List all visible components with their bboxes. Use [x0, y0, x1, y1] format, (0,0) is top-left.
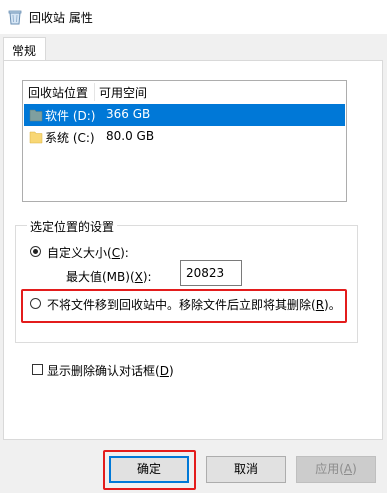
highlight-annotation-ok: [103, 450, 196, 490]
tab-general-label: 常规: [12, 44, 37, 58]
settings-group-label: 选定位置的设置: [27, 218, 118, 235]
highlight-annotation-no-recycle: [21, 289, 347, 323]
list-header: 回收站位置 可用空间: [23, 81, 346, 103]
custom-size-label[interactable]: 自定义大小(C):: [47, 244, 129, 261]
drive-space: 366 GB: [106, 107, 151, 121]
max-size-input[interactable]: 20823: [180, 260, 242, 286]
column-header-location[interactable]: 回收站位置: [28, 84, 88, 101]
drive-space: 80.0 GB: [106, 129, 155, 143]
drive-name: 系统 (C:): [45, 131, 95, 145]
recycle-bin-icon: [8, 10, 22, 25]
custom-size-radio[interactable]: [30, 246, 41, 257]
cancel-button[interactable]: 取消: [206, 456, 286, 483]
window-title: 回收站 属性: [29, 11, 93, 25]
folder-icon: [29, 131, 43, 144]
column-divider[interactable]: [94, 83, 95, 101]
list-item-drive-c[interactable]: 系统 (C:) 80.0 GB: [24, 126, 345, 148]
tab-general[interactable]: 常规: [3, 37, 46, 61]
confirm-dialog-label[interactable]: 显示删除确认对话框(D): [47, 362, 174, 379]
apply-button[interactable]: 应用(A): [296, 456, 376, 483]
list-item-drive-d[interactable]: 软件 (D:) 366 GB: [24, 104, 345, 126]
column-header-space[interactable]: 可用空间: [99, 84, 147, 101]
confirm-dialog-checkbox[interactable]: [32, 364, 43, 375]
max-size-label: 最大值(MB)(X):: [66, 270, 152, 284]
drive-name: 软件 (D:): [45, 109, 96, 123]
folder-icon: [29, 109, 43, 122]
title-bar: 回收站 属性: [0, 0, 387, 34]
location-list[interactable]: 回收站位置 可用空间 软件 (D:) 366 GB 系统 (C:) 80.0 G…: [22, 80, 347, 202]
max-size-value: 20823: [186, 266, 225, 280]
